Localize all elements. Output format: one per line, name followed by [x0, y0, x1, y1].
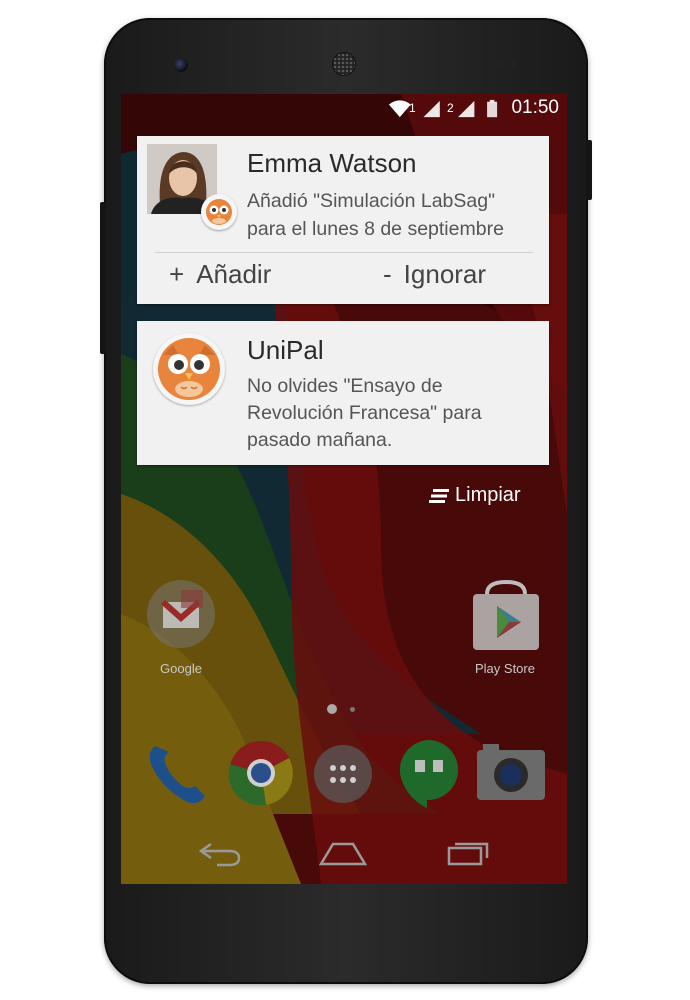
plus-icon: +: [169, 259, 185, 289]
notification-text-line2: Revolución Francesa" para: [247, 402, 482, 424]
sim2-label: 2: [447, 101, 454, 115]
notification-title: Emma Watson: [247, 148, 417, 178]
unipal-owl-icon: [201, 194, 237, 230]
status-bar: 1 2 01:50: [121, 94, 567, 122]
proximity-sensor: [494, 60, 502, 68]
ignore-action-button[interactable]: - Ignorar: [383, 259, 486, 290]
actions-divider: [155, 252, 533, 253]
google-folder-icon[interactable]: [145, 578, 217, 650]
app-drawer-icon[interactable]: [313, 744, 373, 804]
battery-icon: [487, 99, 498, 118]
play-store-label: Play Store: [475, 661, 535, 676]
minus-icon: -: [383, 259, 392, 289]
volume-button: [100, 202, 106, 354]
google-folder-label: Google: [160, 661, 202, 676]
notification-emma-watson[interactable]: Emma Watson Añadió "Simulación LabSag" p…: [137, 136, 549, 304]
page-indicator-inactive: [350, 707, 355, 712]
notification-text-line2: para el lunes 8 de septiembre: [247, 218, 504, 240]
sim1-label: 1: [409, 101, 416, 115]
add-action-button[interactable]: + Añadir: [169, 259, 271, 290]
clear-all-icon: [429, 488, 449, 503]
chrome-icon[interactable]: [226, 738, 296, 808]
unipal-owl-icon: [153, 333, 225, 405]
add-action-label: Añadir: [196, 259, 272, 289]
clear-all-label: Limpiar: [455, 484, 521, 506]
back-icon[interactable]: [197, 838, 243, 868]
power-button: [586, 140, 592, 200]
front-camera: [174, 58, 188, 72]
ignore-action-label: Ignorar: [403, 259, 487, 289]
notification-text-line1: No olvides "Ensayo de: [247, 375, 443, 397]
signal-icon-sim1: [423, 100, 440, 118]
hangouts-icon[interactable]: [397, 738, 461, 808]
notification-text-line3: pasado mañana.: [247, 429, 393, 451]
home-icon[interactable]: [319, 838, 367, 868]
screen: 1 2 01:50 Emma Watson Añadió "Simulación…: [121, 94, 567, 884]
clear-all-button[interactable]: Limpiar: [429, 484, 521, 507]
page-indicator-active: [327, 704, 337, 714]
play-store-icon[interactable]: [469, 579, 543, 652]
notification-text-line1: Añadió "Simulación LabSag": [247, 190, 496, 212]
camera-icon[interactable]: [475, 742, 547, 804]
notification-title: UniPal: [247, 335, 324, 365]
notification-unipal[interactable]: UniPal No olvides "Ensayo de Revolución …: [137, 321, 549, 465]
clock: 01:50: [511, 97, 559, 118]
wifi-icon: [388, 100, 411, 118]
phone-icon[interactable]: [143, 738, 213, 808]
signal-icon-sim2: [458, 100, 475, 118]
light-sensor: [510, 60, 518, 68]
recents-icon[interactable]: [445, 838, 491, 868]
earpiece-speaker: [333, 53, 355, 75]
